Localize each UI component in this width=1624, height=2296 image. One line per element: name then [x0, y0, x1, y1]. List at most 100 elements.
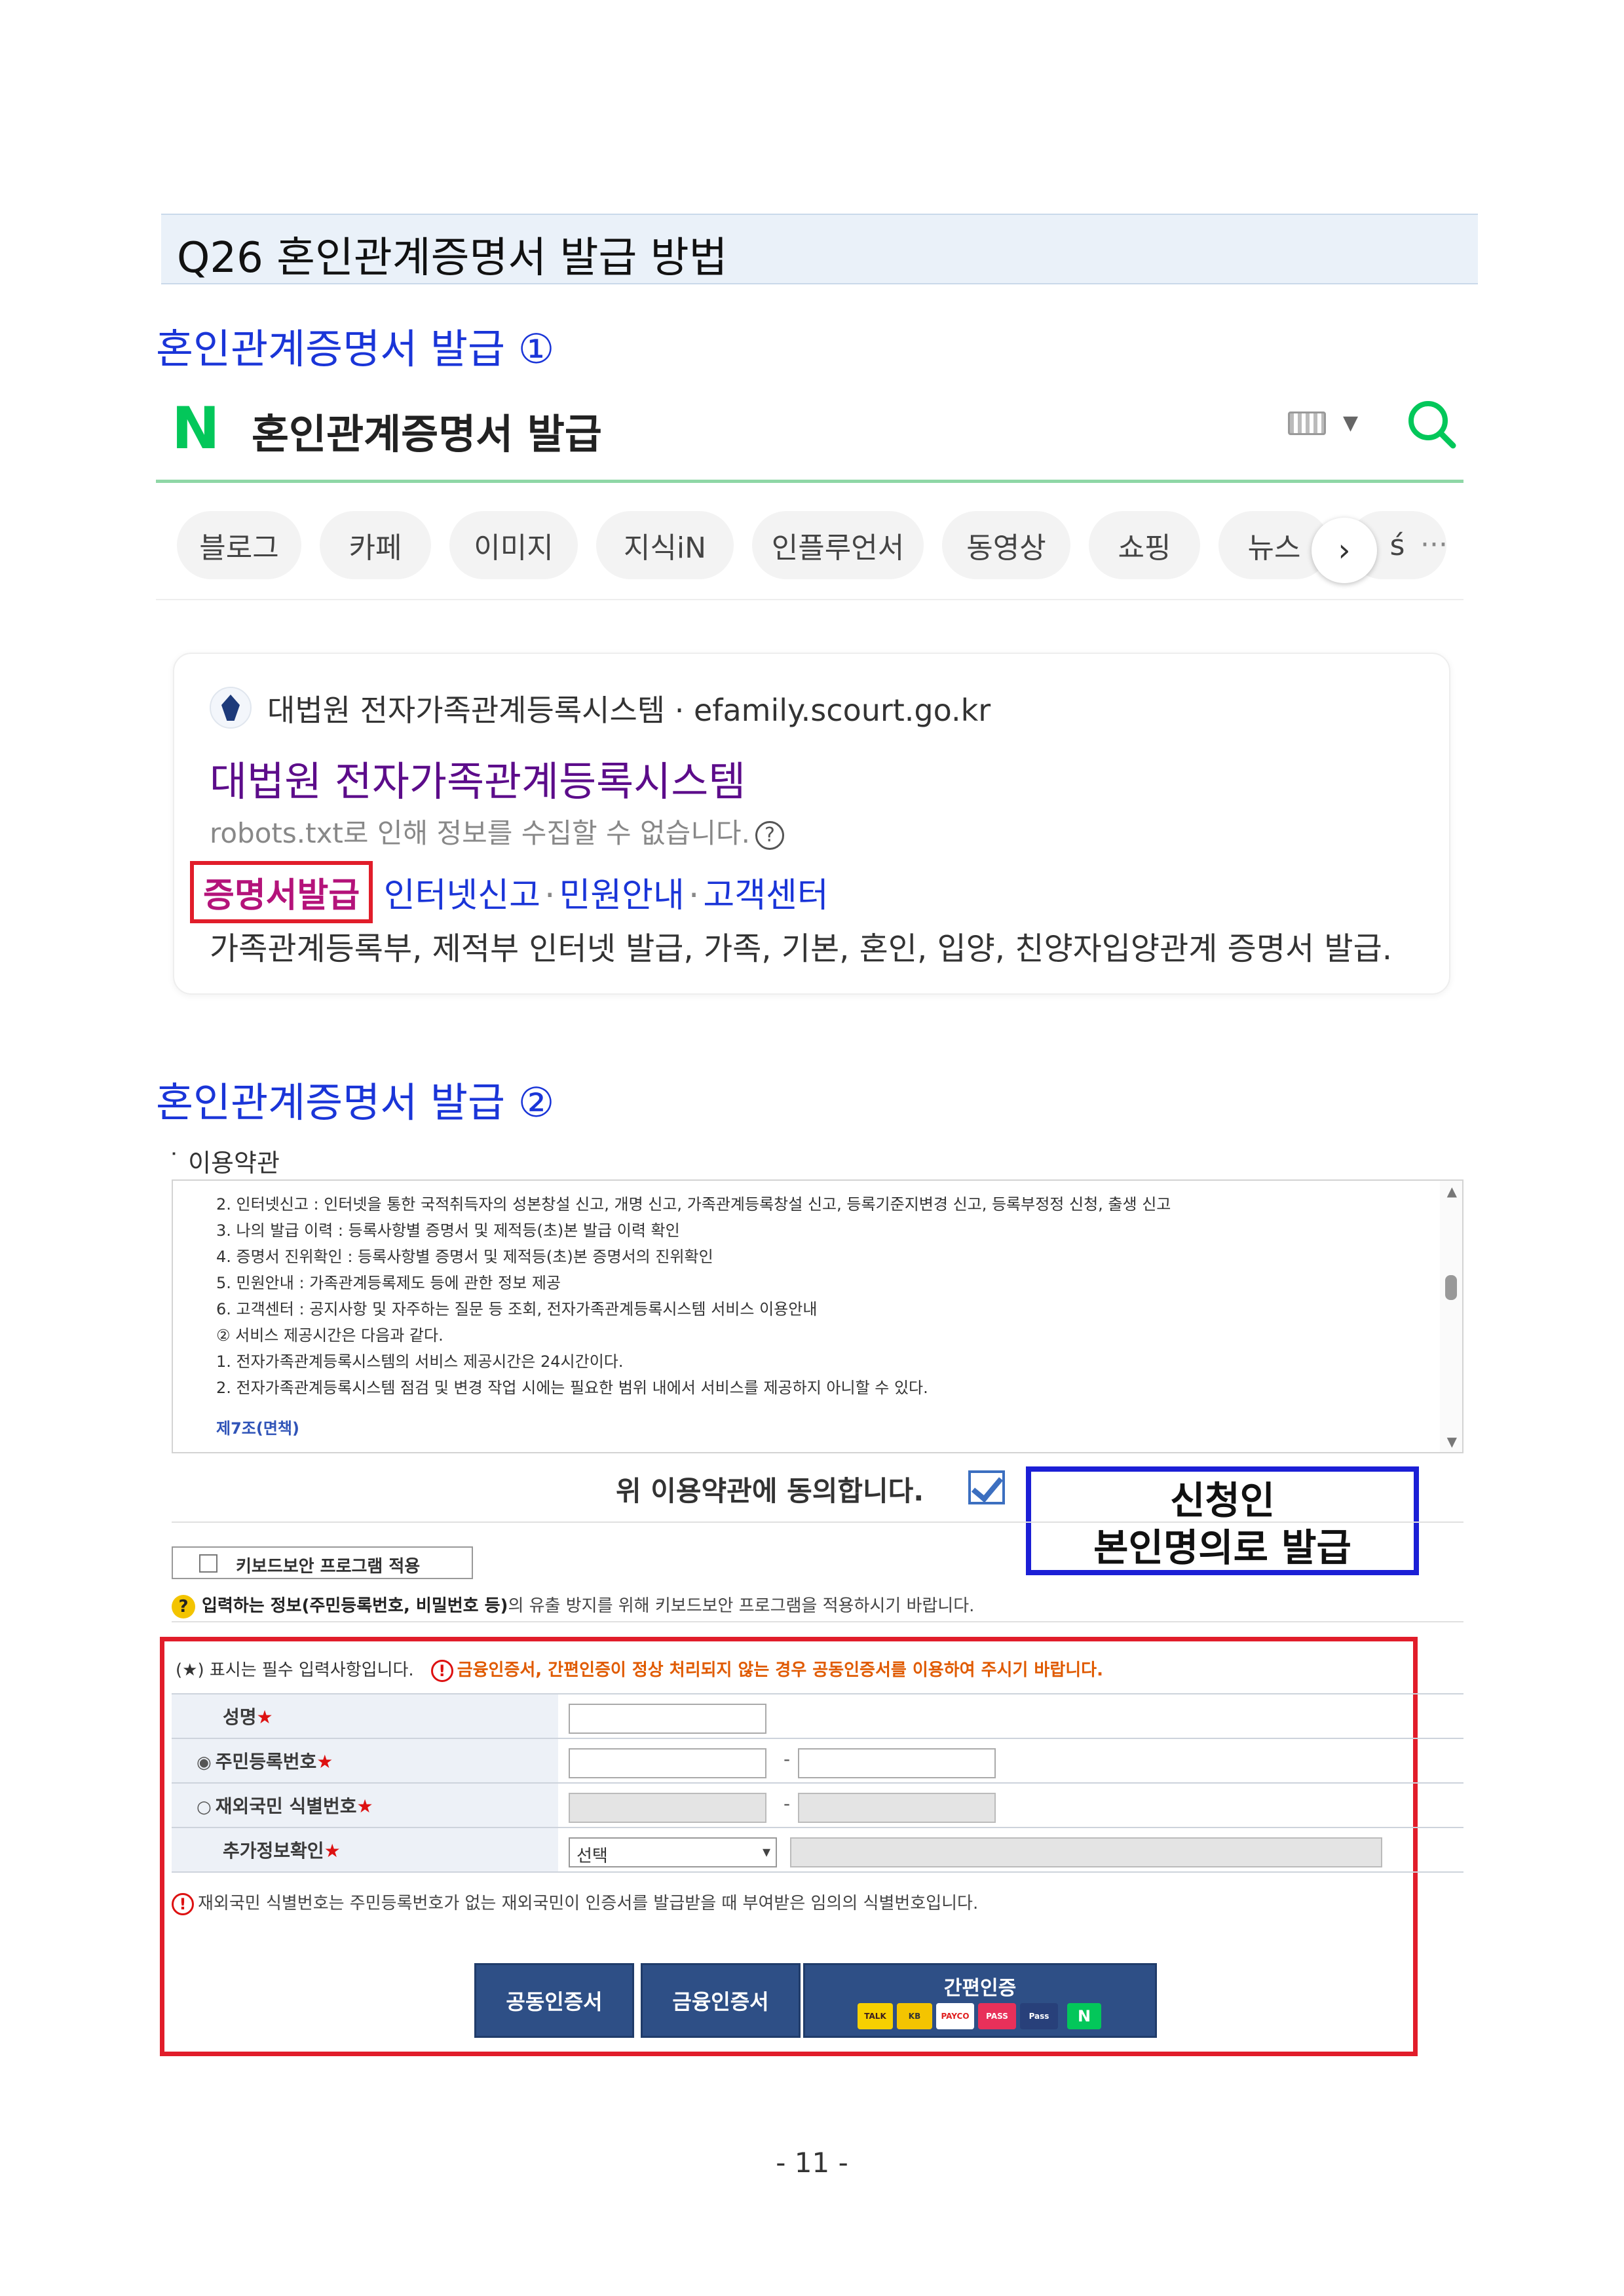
- rrn-back-input[interactable]: [798, 1748, 996, 1778]
- required-star: ★: [356, 1795, 373, 1817]
- keyboard-security-checkbox[interactable]: [199, 1554, 217, 1573]
- form-row-foreign-id: ○ 재외국민 식별번호★ -: [172, 1782, 1463, 1828]
- keyboard-note-rest: 의 유출 방지를 위해 키보드보안 프로그램을 적용하시기 바랍니다.: [508, 1596, 975, 1616]
- naver-icon: N: [1067, 2003, 1101, 2029]
- help-icon: ?: [172, 1594, 195, 1618]
- search-underline: [156, 480, 1463, 483]
- terms-article-title: 제7조(면책): [216, 1419, 299, 1438]
- rrn-radio[interactable]: ◉: [197, 1753, 212, 1772]
- required-star: ★: [316, 1751, 333, 1772]
- robots-note: robots.txt로 인해 정보를 수집할 수 없습니다.?: [210, 811, 784, 851]
- applicant-callout: 신청인 본인명의로 발급: [1026, 1466, 1419, 1575]
- rrn-cell: -: [558, 1738, 1463, 1784]
- required-note: (★) 표시는 필수 입력사항입니다.: [176, 1660, 414, 1680]
- dropdown-arrow-icon[interactable]: ▼: [1343, 411, 1358, 434]
- search-icon[interactable]: [1403, 396, 1458, 451]
- tab-kin[interactable]: 지식iN: [596, 511, 734, 579]
- divider: [172, 1621, 1463, 1622]
- rrn-front-input[interactable]: [569, 1748, 766, 1778]
- tabs-next-button[interactable]: ›: [1312, 518, 1377, 583]
- callout-line-2: 본인명의로 발급: [1093, 1525, 1351, 1570]
- agree-terms-checkbox[interactable]: [968, 1470, 1005, 1504]
- result-sublinks: 증명서발급 인터넷신고 · 민원안내 · 고객센터: [190, 861, 829, 923]
- foreign-id-back-input[interactable]: [798, 1793, 996, 1823]
- certificate-warning: 금융인증서, 간편인증이 정상 처리되지 않는 경우 공동인증서를 이용하여 주…: [457, 1660, 1103, 1680]
- required-star: ★: [324, 1840, 341, 1862]
- keyboard-security-label: 키보드보안 프로그램 적용: [236, 1557, 421, 1577]
- keyboard-security-note: ? 입력하는 정보(주민등록번호, 비밀번호 등)의 유출 방지를 위해 키보드보…: [172, 1592, 974, 1618]
- financial-cert-button[interactable]: 금융인증서: [641, 1963, 801, 2038]
- scroll-up-icon[interactable]: ▲: [1447, 1183, 1457, 1199]
- search-input[interactable]: 혼인관계증명서 발급: [252, 401, 602, 460]
- samsung-pass-icon: Pass: [1020, 2003, 1058, 2029]
- divider: [172, 1521, 1463, 1523]
- result-site-name[interactable]: 대법원 전자가족관계등록시스템 · efamily.scourt.go.kr: [267, 687, 991, 730]
- sublink-internet-report[interactable]: 인터넷신고: [384, 876, 540, 915]
- name-label: 성명★: [172, 1693, 558, 1739]
- required-note-row: (★) 표시는 필수 입력사항입니다.! 금융인증서, 간편인증이 정상 처리되지…: [176, 1656, 1103, 1682]
- rrn-dash: -: [784, 1748, 791, 1770]
- joint-cert-button[interactable]: 공동인증서: [474, 1963, 634, 2038]
- rrn-label[interactable]: ◉ 주민등록번호★: [172, 1738, 558, 1784]
- extra-info-input[interactable]: [790, 1837, 1382, 1867]
- terms-line: 6. 고객센터 : 공지사항 및 자주하는 질문 등 조회, 전자가족관계등록시…: [216, 1300, 818, 1318]
- question-title-bar: Q26 혼인관계증명서 발급 방법: [161, 214, 1478, 284]
- terms-scroll-box[interactable]: 2. 인터넷신고 : 인터넷을 통한 국적취득자의 성본창설 신고, 개명 신고…: [172, 1179, 1463, 1453]
- simple-auth-button[interactable]: 간편인증 TALK KB PAYCO PASS Pass N: [803, 1963, 1157, 2038]
- naver-logo[interactable]: N: [172, 400, 220, 457]
- terms-line: 5. 민원안내 : 가족관계등록제도 등에 관한 정보 제공: [216, 1274, 561, 1292]
- extra-info-cell: 선택: [558, 1827, 1463, 1873]
- callout-line-1: 신청인: [1169, 1478, 1275, 1523]
- keyboard-note-bold: 입력하는 정보(주민등록번호, 비밀번호 등): [202, 1596, 508, 1616]
- foreign-id-radio[interactable]: ○: [197, 1797, 212, 1817]
- robots-note-text: robots.txt로 인해 정보를 수집할 수 없습니다.: [210, 817, 750, 849]
- name-input[interactable]: [569, 1704, 766, 1734]
- tabs-more-button[interactable]: ···: [1420, 528, 1448, 562]
- result-title-link[interactable]: 대법원 전자가족관계등록시스템: [210, 748, 746, 807]
- terms-heading: ˙ 이용약관: [168, 1149, 280, 1177]
- extra-info-label-text: 추가정보확인: [223, 1840, 324, 1862]
- terms-line: 4. 증명서 진위확인 : 등록사항별 증명서 및 제적등(초)본 증명서의 진…: [216, 1248, 713, 1266]
- foreign-id-label[interactable]: ○ 재외국민 식별번호★: [172, 1782, 558, 1828]
- simple-auth-label: 간편인증: [943, 1977, 1017, 2000]
- terms-line: 1. 전자가족관계등록시스템의 서비스 제공시간은 24시간이다.: [216, 1352, 624, 1371]
- sublink-certificate-issue[interactable]: 증명서발급: [190, 861, 373, 923]
- extra-info-select[interactable]: 선택: [569, 1837, 777, 1867]
- keyboard-security-toggle[interactable]: 키보드보안 프로그램 적용: [172, 1546, 473, 1579]
- kb-icon: KB: [897, 2003, 932, 2029]
- tab-blog[interactable]: 블로그: [177, 511, 301, 579]
- sublink-customer-center[interactable]: 고객센터: [703, 876, 828, 915]
- foreign-id-label-text: 재외국민 식별번호: [215, 1795, 357, 1817]
- form-row-name: 성명★: [172, 1693, 1463, 1739]
- help-icon[interactable]: ?: [755, 820, 784, 850]
- tab-video[interactable]: 동영상: [942, 511, 1070, 579]
- tab-cafe[interactable]: 카페: [320, 511, 431, 579]
- warning-icon: !: [430, 1659, 453, 1682]
- foreign-id-dash: -: [784, 1793, 791, 1814]
- section-title-2: 혼인관계증명서 발급 ②: [156, 1079, 555, 1126]
- terms-scrollbar[interactable]: ▲ ▼: [1440, 1181, 1462, 1452]
- warning-icon: !: [172, 1892, 194, 1915]
- tab-image[interactable]: 이미지: [449, 511, 578, 579]
- tab-influencer[interactable]: 인플루언서: [752, 511, 924, 579]
- result-description: 가족관계등록부, 제적부 인터넷 발급, 가족, 기본, 혼인, 입양, 친양자…: [210, 930, 1392, 967]
- name-label-text: 성명: [223, 1706, 257, 1728]
- identity-form: 성명★ ◉ 주민등록번호★ - ○ 재외국민 식별번호★ - 추가정보확인★ 선택: [172, 1693, 1463, 1873]
- foreign-id-cell: -: [558, 1782, 1463, 1828]
- page-title: Q26 혼인관계증명서 발급 방법: [177, 234, 728, 282]
- tab-shopping[interactable]: 쇼핑: [1089, 511, 1200, 579]
- extra-info-label: 추가정보확인★: [172, 1827, 558, 1873]
- agree-terms-label: 위 이용약관에 동의합니다.: [616, 1475, 924, 1507]
- scroll-thumb[interactable]: [1445, 1275, 1457, 1300]
- link-separator: ·: [544, 876, 556, 915]
- foreign-id-front-input[interactable]: [569, 1793, 766, 1823]
- required-star: ★: [256, 1706, 273, 1728]
- section-title-1: 혼인관계증명서 발급 ①: [156, 325, 555, 373]
- keyboard-icon[interactable]: [1288, 411, 1326, 435]
- terms-line: 3. 나의 발급 이력 : 등록사항별 증명서 및 제적등(초)본 발급 이력 …: [216, 1221, 680, 1240]
- sublink-civil-guide[interactable]: 민원안내: [559, 876, 684, 915]
- court-logo-icon: [210, 687, 252, 729]
- terms-line: ② 서비스 제공시간은 다음과 같다.: [216, 1326, 444, 1345]
- foreign-id-note: 재외국민 식별번호는 주민등록번호가 없는 재외국민이 인증서를 발급받을 때 …: [198, 1894, 979, 1913]
- scroll-down-icon[interactable]: ▼: [1447, 1434, 1457, 1449]
